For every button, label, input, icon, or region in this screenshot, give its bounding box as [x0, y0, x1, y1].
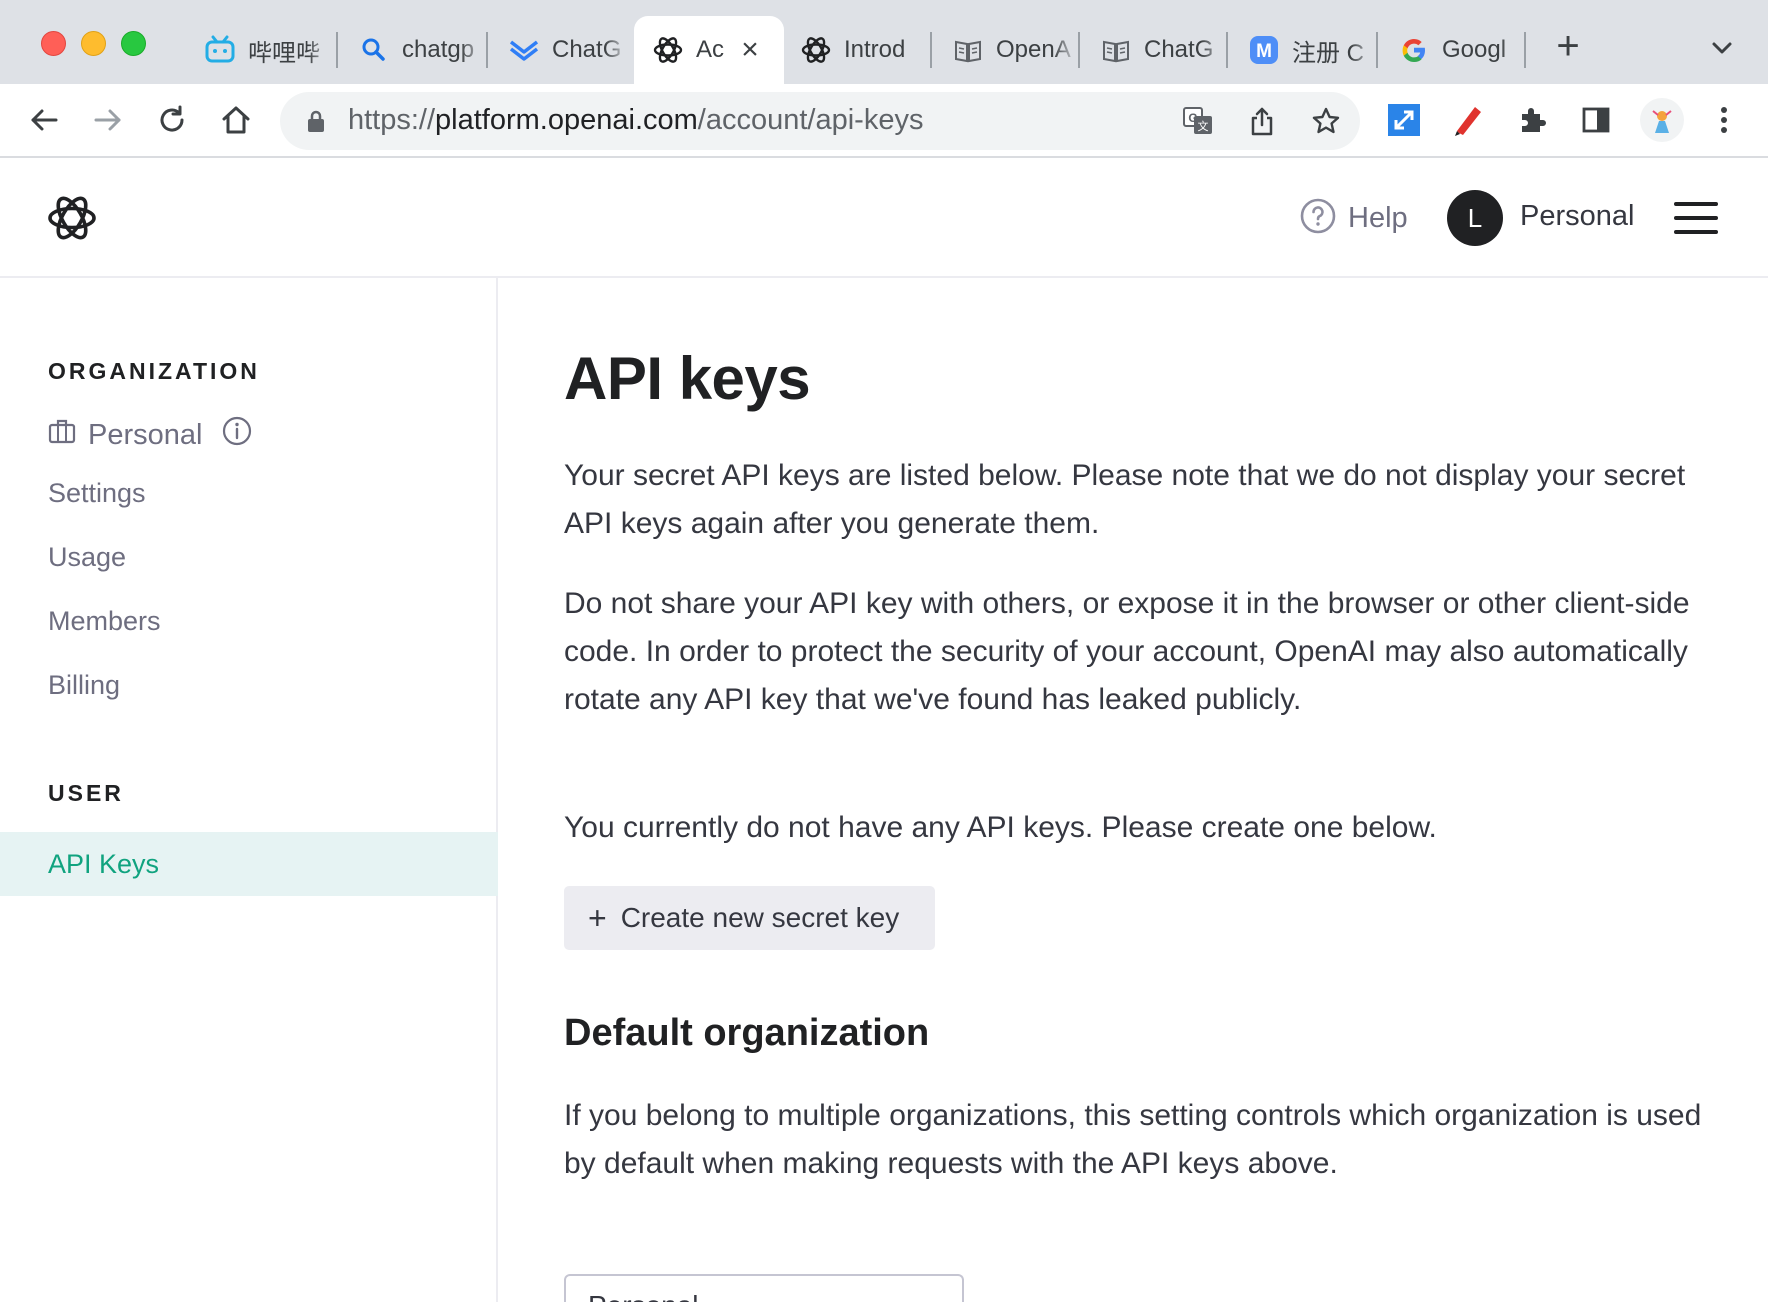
book-icon — [1100, 34, 1132, 66]
browser-tab[interactable]: Introd — [782, 16, 930, 84]
intro-paragraph: Your secret API keys are listed below. P… — [564, 459, 1686, 540]
close-icon[interactable]: × — [734, 33, 766, 66]
resize-extension-icon[interactable] — [1384, 100, 1424, 140]
tab-divider — [1524, 32, 1526, 68]
tab-title: chatgp — [402, 36, 475, 63]
avatar[interactable]: L — [1447, 190, 1503, 246]
back-icon[interactable] — [24, 100, 64, 140]
sidebar-item-billing[interactable]: Billing — [48, 670, 120, 701]
help-link[interactable]: Help — [1300, 198, 1408, 239]
home-icon[interactable] — [216, 100, 256, 140]
empty-state-text: You currently do not have any API keys. … — [564, 811, 1437, 844]
tab-divider — [1376, 32, 1378, 68]
address-bar[interactable]: https://platform.openai.com/account/api-… — [280, 92, 1360, 150]
tab-title: 哔哩哔 — [248, 39, 320, 67]
tab-divider — [1226, 32, 1228, 68]
sidebar-item-label: Personal — [88, 418, 203, 451]
help-circle-icon — [1300, 198, 1336, 239]
sidebar-item-organization[interactable]: Personal — [48, 416, 252, 454]
bookmark-star-icon[interactable] — [1308, 103, 1344, 139]
browser-tab[interactable]: ChatG — [1082, 16, 1226, 84]
side-panel-icon[interactable] — [1576, 100, 1616, 140]
create-secret-key-button[interactable]: + Create new secret key — [564, 886, 935, 950]
sidebar-item-settings[interactable]: Settings — [48, 478, 146, 509]
select-value: Personal — [588, 1290, 699, 1302]
translate-icon[interactable]: G文 — [1180, 103, 1216, 139]
browser-tab[interactable]: chatgp — [340, 16, 486, 84]
hamburger-menu-icon[interactable] — [1674, 202, 1718, 234]
tab-strip: 哔哩哔 chatgp ChatG Ac × Introd OpenA ChatG… — [0, 0, 1768, 84]
sidebar-item-usage[interactable]: Usage — [48, 542, 126, 573]
chevron-logo-icon — [508, 34, 540, 66]
default-organization-select[interactable]: Personal — [564, 1274, 964, 1302]
window-close-button[interactable] — [41, 31, 66, 56]
svg-text:文: 文 — [1198, 119, 1209, 133]
svg-text:G: G — [1188, 111, 1197, 125]
m-icon: M — [1248, 34, 1280, 66]
sidebar-heading-user: USER — [48, 780, 124, 806]
more-menu-icon[interactable] — [1704, 100, 1744, 140]
security-paragraph: Do not share your API key with others, o… — [564, 587, 1690, 716]
url-text: https://platform.openai.com/account/api-… — [348, 104, 924, 136]
sidebar-item-api-keys[interactable]: API Keys — [0, 832, 498, 896]
info-icon[interactable] — [222, 416, 252, 454]
forward-icon[interactable] — [88, 100, 128, 140]
tab-title: Introd — [844, 36, 906, 63]
help-label: Help — [1348, 202, 1408, 234]
tab-title: Googl — [1442, 36, 1507, 63]
new-tab-button[interactable]: + — [1548, 26, 1588, 68]
browser-tab[interactable]: Googl — [1380, 16, 1526, 84]
browser-tab[interactable]: OpenA — [934, 16, 1078, 84]
account-name[interactable]: Personal — [1520, 200, 1634, 233]
search-icon — [358, 34, 390, 66]
tab-title: Ac — [696, 36, 725, 63]
reload-icon[interactable] — [152, 100, 192, 140]
openai-logo-icon[interactable] — [46, 192, 98, 244]
svg-text:M: M — [1256, 41, 1272, 62]
plus-icon: + — [588, 900, 607, 936]
briefcase-icon — [48, 417, 76, 453]
window-maximize-button[interactable] — [121, 31, 146, 56]
openai-icon — [800, 34, 832, 66]
tab-title: ChatG — [1144, 36, 1214, 63]
tab-title: ChatG — [552, 36, 622, 63]
button-label: Create new secret key — [620, 902, 900, 933]
lock-icon[interactable] — [304, 109, 328, 133]
sidebar-heading-organization: ORGANIZATION — [48, 358, 260, 384]
book-icon — [952, 34, 984, 66]
tab-divider — [1078, 32, 1080, 68]
browser-tab-active[interactable]: Ac × — [634, 16, 784, 84]
tab-title: OpenA — [996, 36, 1071, 63]
browser-toolbar: https://platform.openai.com/account/api-… — [0, 84, 1768, 158]
extensions-puzzle-icon[interactable] — [1512, 100, 1552, 140]
default-organization-description: If you belong to multiple organizations,… — [564, 1099, 1702, 1180]
browser-tab[interactable]: ChatG — [490, 16, 628, 84]
openai-icon — [652, 34, 684, 66]
sidebar: ORGANIZATION Personal Settings Usage Mem… — [0, 278, 498, 1302]
browser-tab[interactable]: 哔哩哔 — [186, 16, 334, 84]
tab-title: 注册 C — [1292, 39, 1364, 67]
browser-tab[interactable]: M 注册 C — [1230, 16, 1376, 84]
chevron-down-icon[interactable] — [1706, 32, 1738, 64]
google-icon — [1398, 34, 1430, 66]
page-title: API keys — [564, 345, 811, 412]
tab-divider — [336, 32, 338, 68]
window-minimize-button[interactable] — [81, 31, 106, 56]
default-organization-title: Default organization — [564, 1012, 930, 1054]
profile-avatar-icon[interactable] — [1640, 98, 1684, 142]
pen-extension-icon[interactable] — [1448, 100, 1488, 140]
tab-divider — [486, 32, 488, 68]
tab-divider — [930, 32, 932, 68]
bilibili-icon — [204, 34, 236, 66]
share-icon[interactable] — [1244, 103, 1280, 139]
site-header: Help L Personal — [0, 158, 1768, 278]
sidebar-item-members[interactable]: Members — [48, 606, 161, 637]
